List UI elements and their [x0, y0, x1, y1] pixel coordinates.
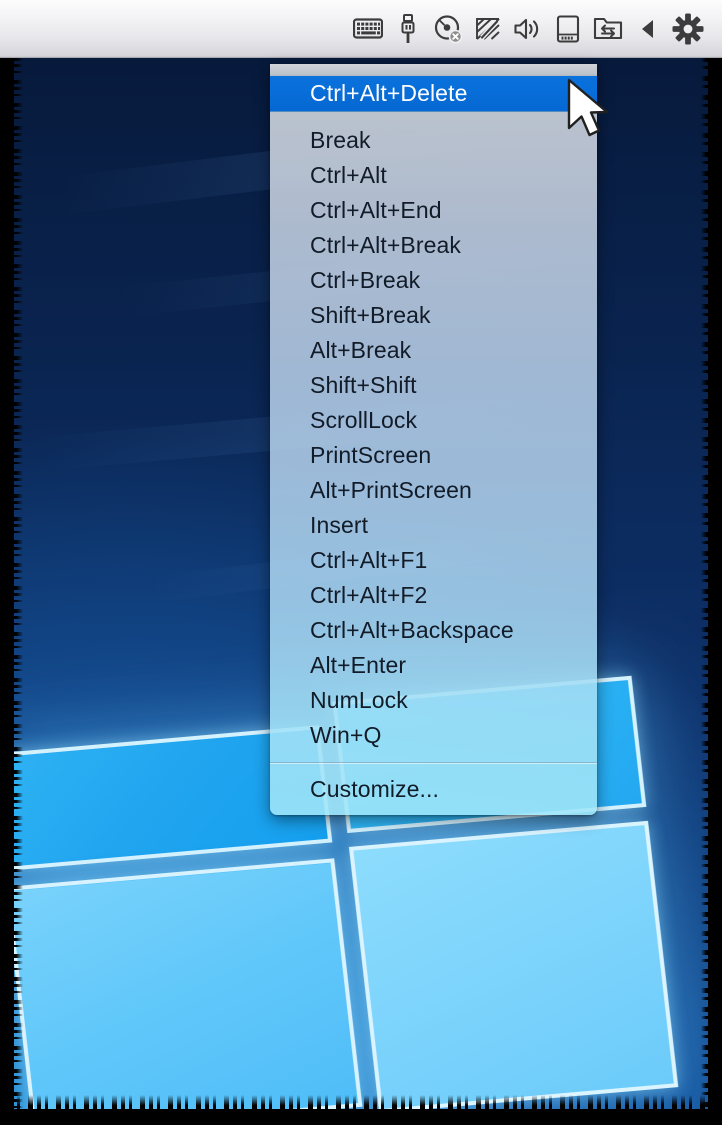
network-disconnected-icon	[474, 15, 502, 42]
menu-item[interactable]: Alt+Break	[270, 333, 597, 368]
toolbar-button-settings[interactable]	[668, 8, 708, 50]
gear-icon	[672, 13, 704, 45]
menu-item[interactable]: Shift+Break	[270, 298, 597, 333]
menu-item[interactable]: Alt+PrintScreen	[270, 473, 597, 508]
send-key-menu: Ctrl+Alt+Delete Break Ctrl+Alt Ctrl+Alt+En…	[270, 64, 597, 815]
menu-item[interactable]: Ctrl+Alt+End	[270, 193, 597, 228]
menu-item-ctrl-alt-delete[interactable]: Ctrl+Alt+Delete	[270, 76, 597, 112]
speaker-icon	[513, 17, 543, 41]
menu-item-customize[interactable]: Customize...	[270, 772, 597, 807]
keyboard-icon	[353, 18, 383, 39]
menu-item[interactable]: Ctrl+Alt+Backspace	[270, 613, 597, 648]
toolbar-button-keyboard[interactable]	[348, 8, 388, 50]
menu-top-cap	[270, 64, 597, 76]
menu-item[interactable]: Ctrl+Break	[270, 263, 597, 298]
triangle-left-icon	[639, 18, 657, 40]
usb-icon	[398, 13, 418, 44]
menu-item[interactable]: Break	[270, 123, 597, 158]
toolbar-button-optical-disk[interactable]	[428, 8, 468, 50]
menu-item[interactable]: Win+Q	[270, 718, 597, 753]
menu-gap	[270, 112, 597, 123]
logo-pane-bottom-right	[348, 820, 679, 1114]
menu-item[interactable]: Alt+Enter	[270, 648, 597, 683]
hard-disk-icon	[556, 14, 580, 43]
menu-item[interactable]: Ctrl+Alt+Break	[270, 228, 597, 263]
toolbar-button-hard-disk[interactable]	[548, 8, 588, 50]
menu-item[interactable]: Ctrl+Alt	[270, 158, 597, 193]
menu-item[interactable]: Ctrl+Alt+F1	[270, 543, 597, 578]
toolbar-button-audio[interactable]	[508, 8, 548, 50]
toolbar-button-collapse[interactable]	[628, 8, 668, 50]
menu-item[interactable]: Shift+Shift	[270, 368, 597, 403]
optical-disk-icon	[433, 14, 463, 44]
menu-separator	[270, 762, 597, 763]
vm-input-toolbar	[0, 0, 722, 58]
shared-folder-icon	[593, 16, 623, 41]
menu-item[interactable]: NumLock	[270, 683, 597, 718]
menu-item[interactable]: Insert	[270, 508, 597, 543]
menu-item[interactable]: Ctrl+Alt+F2	[270, 578, 597, 613]
toolbar-button-shared-folders[interactable]	[588, 8, 628, 50]
logo-pane-bottom-left	[5, 858, 363, 1125]
toolbar-button-usb[interactable]	[388, 8, 428, 50]
menu-item-list: Break Ctrl+Alt Ctrl+Alt+End Ctrl+Alt+Break C…	[270, 123, 597, 753]
vm-screen: Ctrl+Alt+Delete Break Ctrl+Alt Ctrl+Alt+En…	[0, 0, 722, 1125]
menu-item[interactable]: ScrollLock	[270, 403, 597, 438]
menu-item[interactable]: PrintScreen	[270, 438, 597, 473]
toolbar-button-network[interactable]	[468, 8, 508, 50]
